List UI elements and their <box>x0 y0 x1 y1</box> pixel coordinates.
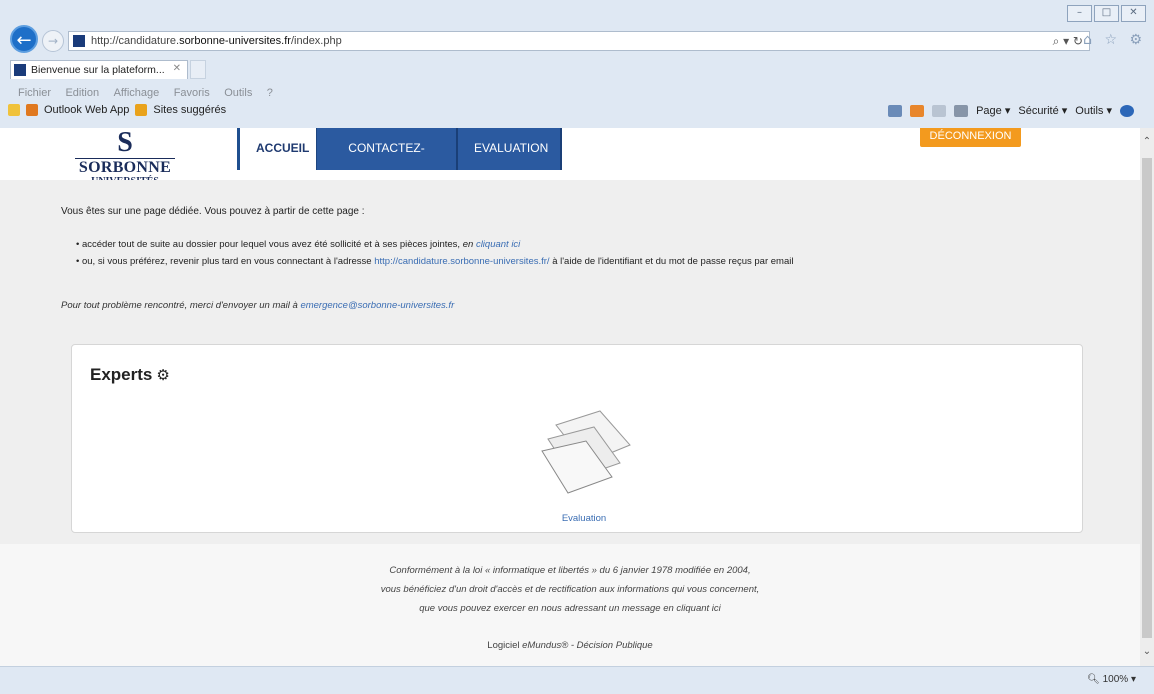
back-arrow-icon[interactable]: ← <box>10 25 38 53</box>
command-bar: Page ▾ Sécurité ▾ Outils ▾ <box>888 104 1134 117</box>
rss-feed-icon[interactable] <box>910 104 925 117</box>
support-email-link[interactable]: emergence@sorbonne-universites.fr <box>300 300 454 311</box>
tab-close-icon[interactable]: ✕ <box>173 63 181 74</box>
outlook-icon <box>26 104 38 116</box>
panel-title: Experts ⚙ <box>90 365 170 384</box>
help-icon[interactable] <box>1120 104 1134 117</box>
close-window-button[interactable]: ✕ <box>1121 5 1146 22</box>
suggested-sites-icon <box>135 104 148 116</box>
home-favorites-settings-icon[interactable]: ⌂ ☆ ⚙ <box>1083 32 1146 48</box>
experts-panel: Experts ⚙ Evaluation <box>71 344 1083 533</box>
scroll-thumb[interactable] <box>1142 158 1152 638</box>
favorite-suggested-sites[interactable]: Sites suggérés <box>153 104 226 116</box>
tab-favicon-icon <box>14 64 26 76</box>
documents-icon[interactable] <box>534 405 634 495</box>
menu-favoris[interactable]: Favoris <box>174 87 210 99</box>
menu-fichier[interactable]: Fichier <box>18 87 51 99</box>
options-list: • accéder tout de suite au dossier pour … <box>76 236 793 270</box>
list-item: • accéder tout de suite au dossier pour … <box>76 239 521 250</box>
menu-bar: Fichier Edition Affichage Favoris Outils… <box>0 80 1154 100</box>
vertical-scrollbar[interactable]: ⌃ ⌄ <box>1140 128 1154 666</box>
main-nav: ACCUEIL CONTACTEZ-NOUS EVALUATION <box>237 128 562 199</box>
nav-contactez-nous[interactable]: CONTACTEZ-NOUS <box>316 128 456 199</box>
address-url: http://candidature.sorbonne-universites.… <box>91 35 342 47</box>
command-securite[interactable]: Sécurité ▾ <box>1018 104 1067 117</box>
command-outils[interactable]: Outils ▾ <box>1075 104 1112 117</box>
menu-edition[interactable]: Edition <box>65 87 99 99</box>
command-page[interactable]: Page ▾ <box>976 104 1010 117</box>
footer-line2: vous bénéficiez d'un droit d'accès et de… <box>380 584 760 595</box>
tab-active[interactable]: Bienvenue sur la plateform... ✕ <box>10 60 188 79</box>
gear-icon[interactable]: ⚙ <box>156 366 169 384</box>
site-header: S SORBONNE UNIVERSITÉS ACCUEIL CONTACTEZ… <box>0 128 1140 199</box>
footer-line3: que vous pouvez exercer en nous adressan… <box>419 603 721 614</box>
mail-icon[interactable] <box>932 104 947 117</box>
browser-chrome: – □ ✕ ← → http://candidature.sorbonne-un… <box>0 0 1154 128</box>
list-item: • ou, si vous préférez, revenir plus tar… <box>76 256 794 267</box>
forward-arrow-icon[interactable]: → <box>42 30 64 52</box>
page-footer: Conformément à la loi « informatique et … <box>0 544 1140 666</box>
problem-contact: Pour tout problème rencontré, merci d'en… <box>61 300 455 311</box>
address-search-refresh-icon[interactable]: ⌕ ▾ ↻ <box>1053 34 1083 49</box>
print-icon[interactable] <box>954 104 969 117</box>
logo-mark: S <box>117 128 133 158</box>
navigation-row: ← → http://candidature.sorbonne-universi… <box>0 22 1154 58</box>
evaluation-link[interactable]: Evaluation <box>534 513 634 524</box>
click-here-link[interactable]: cliquant ici <box>476 239 520 250</box>
zoom-icon: 🔍︎ <box>1087 674 1103 685</box>
menu-outils[interactable]: Outils <box>224 87 252 99</box>
candidature-url-link[interactable]: http://candidature.sorbonne-universites.… <box>374 256 549 267</box>
window-controls: – □ ✕ <box>1067 5 1146 22</box>
tab-label: Bienvenue sur la plateform... <box>31 64 165 76</box>
address-bar[interactable]: http://candidature.sorbonne-universites.… <box>68 31 1090 51</box>
footer-software: Logiciel eMundus® - Décision Publique <box>487 640 653 651</box>
tab-row: Bienvenue sur la plateform... ✕ <box>0 58 1154 80</box>
favorites-star-icon[interactable] <box>8 104 20 116</box>
intro-text: Vous êtes sur une page dédiée. Vous pouv… <box>61 206 365 217</box>
zoom-level[interactable]: 🔍︎ 100% ▾ <box>1087 674 1136 685</box>
menu-help[interactable]: ? <box>267 87 273 99</box>
home-icon[interactable] <box>888 104 903 117</box>
footer-click-here-link[interactable]: en cliquant ici <box>663 603 721 614</box>
nav-accueil[interactable]: ACCUEIL <box>237 128 316 170</box>
logout-button[interactable]: DÉCONNEXION <box>920 128 1021 147</box>
new-tab-button[interactable] <box>190 60 206 79</box>
scroll-down-icon[interactable]: ⌄ <box>1140 646 1154 660</box>
footer-line1: Conformément à la loi « informatique et … <box>389 565 751 576</box>
minimize-button[interactable]: – <box>1067 5 1092 22</box>
menu-affichage[interactable]: Affichage <box>114 87 160 99</box>
status-bar: 🔍︎ 100% ▾ <box>0 666 1154 694</box>
nav-evaluation[interactable]: EVALUATION <box>456 128 562 170</box>
maximize-button[interactable]: □ <box>1094 5 1119 22</box>
logo-line1: SORBONNE <box>75 158 175 176</box>
favorite-outlook-web-app[interactable]: Outlook Web App <box>44 104 129 116</box>
scroll-up-icon[interactable]: ⌃ <box>1140 136 1154 150</box>
site-favicon-icon <box>73 35 85 47</box>
page-content: S SORBONNE UNIVERSITÉS ACCUEIL CONTACTEZ… <box>0 128 1140 666</box>
favorites-bar: Outlook Web App Sites suggérés Page ▾ Sé… <box>0 100 1154 124</box>
